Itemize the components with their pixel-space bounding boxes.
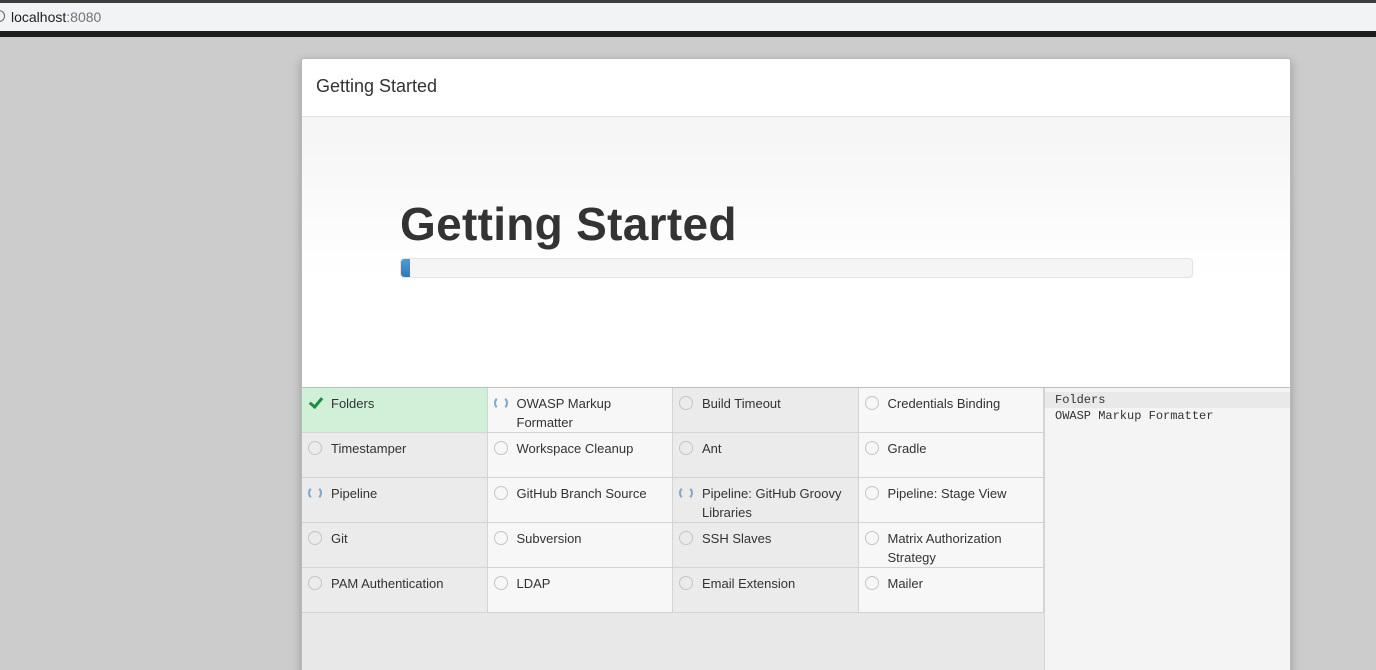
log-line: Folders bbox=[1045, 392, 1290, 408]
spinner-icon bbox=[679, 486, 693, 500]
spinner-icon bbox=[493, 396, 508, 410]
plugin-item: SSH Slaves bbox=[673, 523, 859, 568]
plugin-install-area: Folders OWASP Markup Formatter Build Timeo… bbox=[302, 387, 1290, 670]
plugin-label: Gradle bbox=[887, 441, 927, 456]
plugin-label: Email Extension bbox=[702, 576, 796, 591]
pending-circle-icon bbox=[679, 441, 693, 455]
plugin-label: Build Timeout bbox=[702, 396, 781, 411]
browser-address-bar[interactable]: localhost:8080 bbox=[0, 0, 1376, 31]
plugin-item: Gradle bbox=[858, 433, 1044, 478]
plugin-item: LDAP bbox=[487, 568, 673, 613]
pending-circle-icon bbox=[679, 531, 693, 545]
plugin-label: Pipeline: GitHub Groovy Libraries bbox=[702, 486, 842, 520]
plugin-label: Folders bbox=[331, 396, 375, 411]
plugin-grid: Folders OWASP Markup Formatter Build Timeo… bbox=[302, 388, 1044, 613]
plugin-label: Credentials Binding bbox=[887, 396, 1001, 411]
pending-circle-icon bbox=[308, 441, 322, 455]
plugin-item: GitHub Branch Source bbox=[487, 478, 673, 523]
pending-circle-icon bbox=[308, 576, 322, 590]
plugin-label: PAM Authentication bbox=[331, 576, 444, 591]
pending-circle-icon bbox=[308, 531, 322, 545]
plugin-item: Git bbox=[302, 523, 488, 568]
pending-circle-icon bbox=[864, 576, 879, 590]
pending-circle-icon bbox=[493, 441, 508, 455]
pending-circle-icon bbox=[493, 576, 508, 590]
plugin-label: Pipeline: Stage View bbox=[887, 486, 1007, 501]
pending-circle-icon bbox=[679, 576, 693, 590]
plugin-label: OWASP Markup Formatter bbox=[516, 396, 612, 430]
install-progress-panel: Getting Started bbox=[302, 117, 1290, 387]
plugin-item: Mailer bbox=[858, 568, 1044, 613]
plugin-item: Timestamper bbox=[302, 433, 488, 478]
page-title: Getting Started bbox=[400, 198, 737, 250]
info-icon[interactable] bbox=[0, 10, 5, 22]
plugin-label: Mailer bbox=[887, 576, 923, 591]
plugin-label: Matrix Authorization Strategy bbox=[887, 531, 1002, 565]
plugin-item: OWASP Markup Formatter bbox=[487, 388, 673, 433]
plugin-label: SSH Slaves bbox=[702, 531, 772, 546]
url-text[interactable]: localhost:8080 bbox=[11, 9, 101, 25]
pending-circle-icon bbox=[864, 486, 879, 500]
plugin-label: Ant bbox=[702, 441, 722, 456]
pending-circle-icon bbox=[864, 441, 879, 455]
pending-circle-icon bbox=[679, 396, 693, 410]
pending-circle-icon bbox=[864, 531, 879, 545]
pending-circle-icon bbox=[864, 396, 879, 410]
plugin-item: PAM Authentication bbox=[302, 568, 488, 613]
install-log: Folders OWASP Markup Formatter bbox=[1044, 388, 1290, 670]
dialog-header: Getting Started bbox=[302, 59, 1290, 117]
plugin-item: Build Timeout bbox=[673, 388, 859, 433]
plugin-item: Subversion bbox=[487, 523, 673, 568]
setup-wizard-dialog: Getting Started Getting Started Folders O… bbox=[301, 58, 1291, 670]
plugin-label: GitHub Branch Source bbox=[516, 486, 647, 501]
pending-circle-icon bbox=[493, 531, 508, 545]
plugin-item: Matrix Authorization Strategy bbox=[858, 523, 1044, 568]
spinner-icon bbox=[308, 486, 322, 500]
plugin-label: Pipeline bbox=[331, 486, 378, 501]
check-icon bbox=[308, 396, 322, 410]
pending-circle-icon bbox=[493, 486, 508, 500]
plugin-item: Workspace Cleanup bbox=[487, 433, 673, 478]
plugin-item: Folders bbox=[302, 388, 488, 433]
plugin-item: Pipeline bbox=[302, 478, 488, 523]
plugin-item: Pipeline: GitHub Groovy Libraries bbox=[673, 478, 859, 523]
browser-toolbar-edge bbox=[0, 31, 1376, 37]
plugin-label: Subversion bbox=[516, 531, 582, 546]
dialog-title: Getting Started bbox=[316, 76, 438, 96]
plugin-label: Git bbox=[331, 531, 348, 546]
plugin-item: Email Extension bbox=[673, 568, 859, 613]
plugin-item: Pipeline: Stage View bbox=[858, 478, 1044, 523]
plugin-item: Credentials Binding bbox=[858, 388, 1044, 433]
plugin-label: LDAP bbox=[516, 576, 551, 591]
log-line: OWASP Markup Formatter bbox=[1055, 409, 1214, 423]
plugin-label: Workspace Cleanup bbox=[516, 441, 634, 456]
plugin-label: Timestamper bbox=[331, 441, 407, 456]
install-progress-bar bbox=[400, 258, 1193, 278]
install-progress-fill bbox=[401, 259, 411, 277]
plugin-item: Ant bbox=[673, 433, 859, 478]
